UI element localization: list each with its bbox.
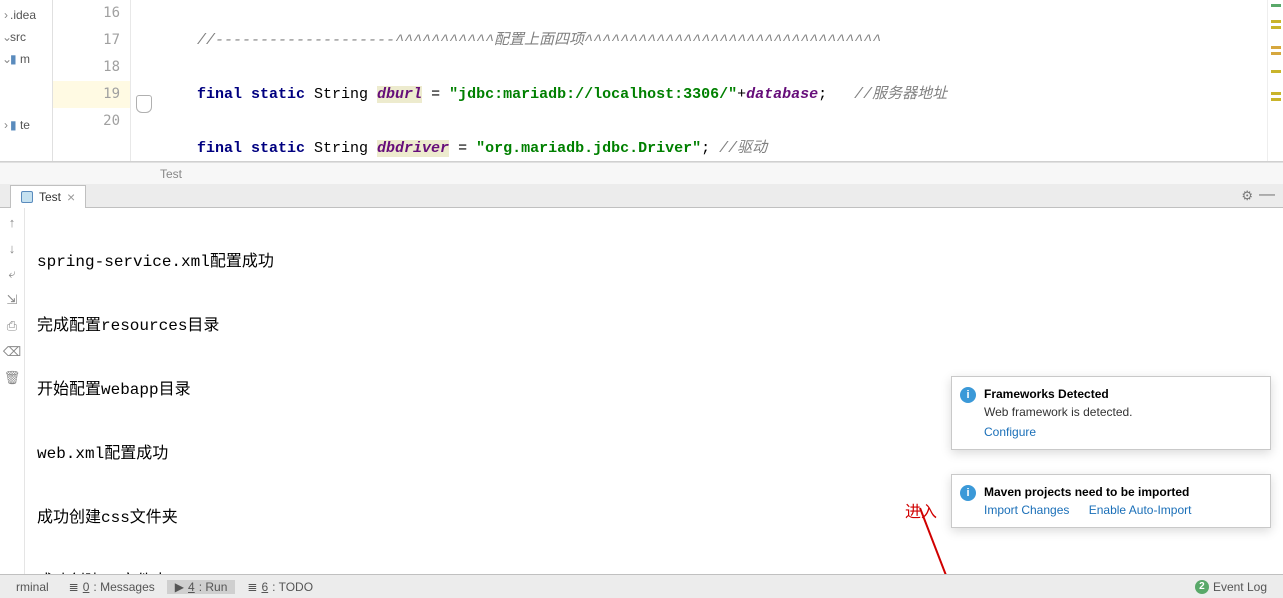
event-log-button[interactable]: 2Event Log bbox=[1187, 580, 1275, 594]
editor-gutter: 16 17 18 19 20 bbox=[53, 0, 131, 161]
code-comment: //--------------------^^^^^^^^^^^配置上面四项^… bbox=[197, 32, 881, 49]
gutter-line: 20 bbox=[53, 108, 130, 135]
marker-warning-icon[interactable] bbox=[1271, 70, 1281, 73]
project-tree-item[interactable]: ›▮ te bbox=[2, 114, 50, 136]
project-tree-item[interactable]: ⌄▮ m bbox=[2, 48, 50, 70]
run-toolbar: ↑ ↓ ⤶ ⇲ ⎙ ⌫ 🗑 bbox=[0, 208, 25, 574]
editor-error-stripe[interactable] bbox=[1267, 0, 1283, 161]
code-string: "org.mariadb.jdbc.Driver" bbox=[476, 140, 701, 157]
gutter-line: 16 bbox=[53, 0, 130, 27]
print-icon[interactable]: ⎙ bbox=[4, 318, 20, 334]
info-icon: i bbox=[960, 485, 976, 501]
marker-ok-icon bbox=[1271, 4, 1281, 7]
import-changes-link[interactable]: Import Changes bbox=[984, 503, 1069, 517]
minimize-icon[interactable]: — bbox=[1259, 186, 1275, 204]
notification-body: Web framework is detected. bbox=[984, 405, 1258, 419]
status-bar: rminal ≣ 0: Messages ▶ 4: Run ≣ 6: TODO … bbox=[0, 574, 1283, 598]
messages-button[interactable]: ≣ 0: Messages bbox=[61, 580, 163, 594]
code-editor[interactable]: //--------------------^^^^^^^^^^^配置上面四项^… bbox=[161, 0, 1267, 161]
notification-frameworks[interactable]: i Frameworks Detected Web framework is d… bbox=[951, 376, 1271, 450]
run-config-icon bbox=[21, 191, 33, 203]
code-keyword: final static bbox=[197, 86, 305, 103]
code-comment: //驱动 bbox=[719, 140, 767, 157]
console-line: 成功创建js文件夹 bbox=[37, 566, 1283, 574]
wrap-icon[interactable]: ⤶ bbox=[4, 266, 20, 282]
project-tree-panel[interactable]: ›.idea ⌄src ⌄▮ m ›▮ te bbox=[0, 0, 53, 161]
code-type: String bbox=[305, 140, 377, 157]
terminal-button[interactable]: rminal bbox=[8, 580, 57, 594]
shield-icon bbox=[136, 95, 152, 113]
run-button[interactable]: ▶ 4: Run bbox=[167, 580, 236, 594]
run-tab-label: Test bbox=[39, 190, 61, 204]
run-tab[interactable]: Test × bbox=[10, 185, 86, 208]
code-field: dbdriver bbox=[377, 140, 449, 157]
marker-warning-icon[interactable] bbox=[1271, 46, 1281, 49]
breadcrumb[interactable]: Test bbox=[0, 162, 1283, 184]
marker-warning-icon[interactable] bbox=[1271, 98, 1281, 101]
todo-button[interactable]: ≣ 6: TODO bbox=[239, 580, 321, 594]
project-tree-item[interactable] bbox=[2, 70, 50, 92]
info-icon: i bbox=[960, 387, 976, 403]
notification-title: Maven projects need to be imported bbox=[984, 485, 1258, 499]
configure-link[interactable]: Configure bbox=[984, 425, 1036, 439]
scroll-icon[interactable]: ⇲ bbox=[4, 292, 20, 308]
project-tree-item[interactable]: ⌄src bbox=[2, 26, 50, 48]
notification-title: Frameworks Detected bbox=[984, 387, 1258, 401]
code-string: "jdbc:mariadb://localhost:3306/" bbox=[449, 86, 737, 103]
up-icon[interactable]: ↑ bbox=[4, 214, 20, 230]
gear-icon[interactable]: ⚙ bbox=[1241, 188, 1253, 204]
notification-maven[interactable]: i Maven projects need to be imported Imp… bbox=[951, 474, 1271, 528]
gutter-line: 19 bbox=[53, 81, 130, 108]
console-line: 完成配置resources目录 bbox=[37, 310, 1283, 342]
down-icon[interactable]: ↓ bbox=[4, 240, 20, 256]
event-count-badge: 2 bbox=[1195, 580, 1209, 594]
gutter-line: 17 bbox=[53, 27, 130, 54]
code-type: String bbox=[305, 86, 377, 103]
code-keyword: final static bbox=[197, 140, 305, 157]
editor-fold-column bbox=[131, 0, 161, 161]
gutter-line: 18 bbox=[53, 54, 130, 81]
marker-warning-icon[interactable] bbox=[1271, 52, 1281, 55]
trash-icon[interactable]: 🗑 bbox=[4, 370, 20, 386]
marker-warning-icon[interactable] bbox=[1271, 20, 1281, 23]
code-field: dburl bbox=[377, 86, 422, 103]
code-field: database bbox=[746, 86, 818, 103]
enable-auto-import-link[interactable]: Enable Auto-Import bbox=[1089, 503, 1192, 517]
clear-icon[interactable]: ⌫ bbox=[4, 344, 20, 360]
annotation-label: 进入 bbox=[905, 498, 937, 522]
code-comment: //服务器地址 bbox=[827, 86, 947, 103]
project-tree-item[interactable]: ›.idea bbox=[2, 4, 50, 26]
console-line: spring-service.xml配置成功 bbox=[37, 246, 1283, 278]
project-tree-item[interactable] bbox=[2, 92, 50, 114]
marker-warning-icon[interactable] bbox=[1271, 92, 1281, 95]
marker-warning-icon[interactable] bbox=[1271, 26, 1281, 29]
close-icon[interactable]: × bbox=[67, 189, 75, 205]
run-tool-tab-bar: Test × ⚙ — bbox=[0, 184, 1283, 208]
